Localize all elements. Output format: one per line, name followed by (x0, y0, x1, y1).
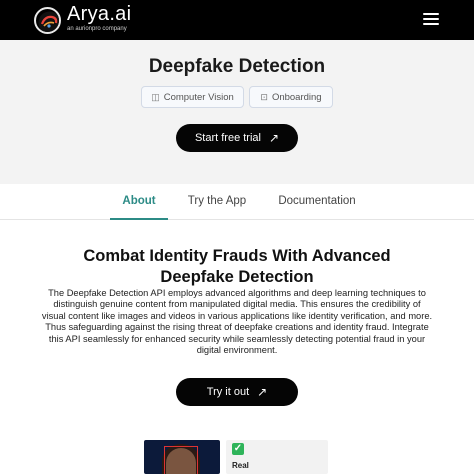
page-title: Deepfake Detection (148, 56, 326, 77)
section-title: Combat Identity Frauds With Advanced Dee… (40, 246, 434, 288)
section-title-line: Combat Identity Frauds With Advanced (83, 247, 391, 265)
section-title-line: Deepfake Detection (160, 268, 314, 286)
tab-about[interactable]: About (110, 184, 168, 220)
arrow-up-right-icon: ↗ (257, 385, 268, 399)
try-it-out-button[interactable]: Try it out ↗ (176, 378, 298, 406)
detection-result-card: ✓ Real (226, 440, 328, 474)
hamburger-menu-icon[interactable] (423, 13, 439, 27)
brand-tagline: an aurionpro company (67, 26, 127, 32)
tag-label: Onboarding (271, 91, 322, 103)
tab-bar: About Try the App Documentation (0, 184, 474, 220)
brand-name[interactable]: Arya.ai (67, 3, 131, 26)
demo-face-image (144, 440, 220, 474)
description-line: digital environment. (196, 345, 278, 356)
check-icon: ✓ (232, 443, 244, 455)
description-line: this API seamlessly for enhanced securit… (48, 333, 426, 344)
top-navbar: Arya.ai an aurionpro company (0, 0, 474, 40)
computer-vision-icon: ◫ (151, 91, 160, 102)
result-label: Real (232, 461, 249, 470)
section-description: The Deepfake Detection API employs advan… (36, 288, 438, 356)
tag-onboarding[interactable]: ⊡ Onboarding (249, 86, 333, 108)
arrow-up-right-icon: ↗ (268, 131, 280, 145)
tab-documentation[interactable]: Documentation (272, 184, 362, 220)
onboarding-icon: ⊡ (260, 91, 268, 102)
description-line: The Deepfake Detection API employs advan… (48, 288, 426, 298)
face-detection-box (164, 446, 198, 474)
description-line: Thus safeguarding against the rising thr… (45, 322, 429, 333)
tag-computer-vision[interactable]: ◫ Computer Vision (141, 86, 244, 108)
description-line: distinguish genuine content from manipul… (53, 299, 421, 310)
arya-logo-icon[interactable] (34, 7, 61, 34)
tag-label: Computer Vision (163, 91, 234, 103)
button-label: Start free trial (194, 132, 261, 144)
button-label: Try it out (206, 386, 250, 398)
start-free-trial-button[interactable]: Start free trial ↗ (176, 124, 298, 152)
tab-try-the-app[interactable]: Try the App (180, 184, 254, 220)
description-line: visual content like images and videos in… (41, 310, 433, 321)
